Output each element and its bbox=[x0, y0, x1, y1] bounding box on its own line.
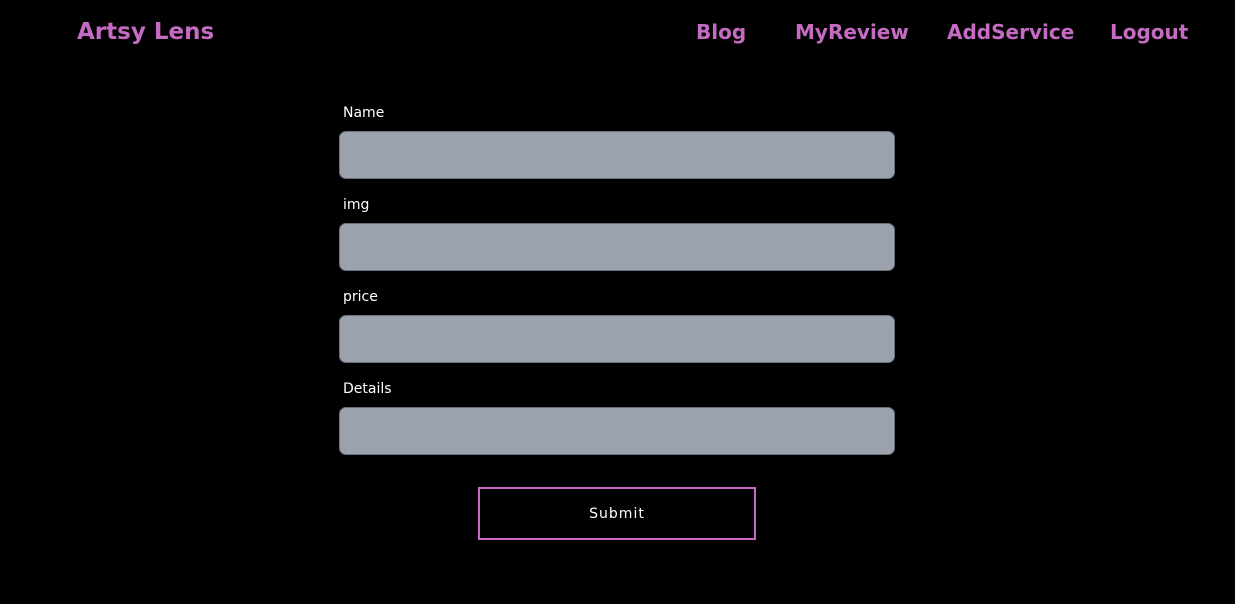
details-input[interactable] bbox=[339, 407, 895, 455]
submit-button[interactable]: Submit bbox=[478, 487, 756, 540]
nav-link-logout[interactable]: Logout bbox=[1110, 16, 1188, 48]
img-label: img bbox=[343, 197, 370, 213]
name-label: Name bbox=[343, 105, 385, 121]
price-input[interactable] bbox=[339, 315, 895, 363]
name-input[interactable] bbox=[339, 131, 895, 179]
price-label: price bbox=[343, 289, 378, 305]
nav-link-blog[interactable]: Blog bbox=[696, 16, 746, 48]
nav-link-myreview[interactable]: MyReview bbox=[795, 16, 909, 48]
img-input[interactable] bbox=[339, 223, 895, 271]
nav-link-addservice[interactable]: AddService bbox=[947, 16, 1074, 48]
details-label: Details bbox=[343, 381, 392, 397]
brand-logo-link[interactable]: Artsy Lens bbox=[77, 16, 214, 48]
